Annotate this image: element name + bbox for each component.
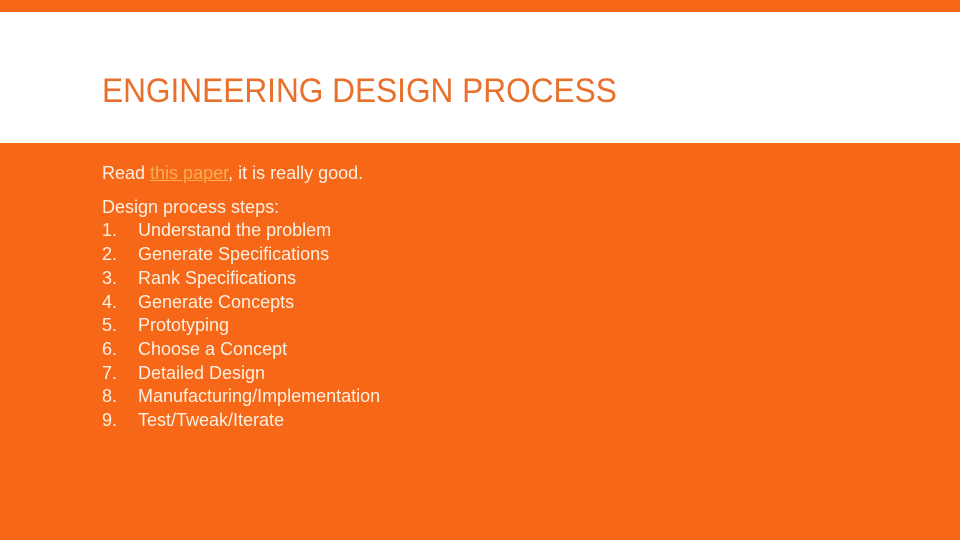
step-label: Generate Specifications bbox=[138, 244, 330, 265]
intro-text-before: Read bbox=[102, 163, 151, 183]
step-number: 3. bbox=[102, 267, 118, 288]
step-number: 6. bbox=[102, 338, 118, 359]
paper-link[interactable]: this paper bbox=[150, 163, 228, 183]
step-number: 5. bbox=[102, 315, 118, 336]
step-label: Choose a Concept bbox=[138, 338, 288, 359]
step-number: 4. bbox=[102, 291, 118, 312]
step-label: Understand the problem bbox=[138, 220, 332, 241]
step-number: 8. bbox=[102, 386, 118, 407]
step-label: Detailed Design bbox=[138, 362, 266, 383]
steps-list: 1. Understand the problem 2. Generate Spec… bbox=[102, 219, 380, 432]
step-item: 5. Prototyping bbox=[102, 314, 380, 338]
intro-text-after: , it is really good. bbox=[228, 163, 364, 183]
step-label: Test/Tweak/Iterate bbox=[138, 410, 285, 431]
step-label: Rank Specifications bbox=[138, 267, 297, 288]
slide-title: ENGINEERING DESIGN PROCESS bbox=[102, 72, 617, 110]
step-number: 9. bbox=[102, 410, 118, 431]
step-label: Manufacturing/Implementation bbox=[138, 386, 381, 407]
step-item: 1. Understand the problem bbox=[102, 219, 380, 243]
step-number: 2. bbox=[102, 244, 118, 265]
step-label: Generate Concepts bbox=[138, 291, 295, 312]
step-label: Prototyping bbox=[138, 315, 230, 336]
step-item: 9. Test/Tweak/Iterate bbox=[102, 409, 380, 433]
step-item: 3. Rank Specifications bbox=[102, 267, 380, 291]
slide-body: Read this paper, it is really good. Desi… bbox=[102, 162, 380, 433]
intro-paragraph: Read this paper, it is really good. bbox=[102, 162, 380, 186]
step-number: 7. bbox=[102, 362, 118, 383]
steps-heading: Design process steps: bbox=[102, 196, 280, 217]
step-item: 7. Detailed Design bbox=[102, 362, 380, 386]
step-number: 1. bbox=[102, 220, 118, 241]
step-item: 8. Manufacturing/Implementation bbox=[102, 385, 380, 409]
step-item: 6. Choose a Concept bbox=[102, 338, 380, 362]
step-item: 4. Generate Concepts bbox=[102, 291, 380, 315]
title-band: ENGINEERING DESIGN PROCESS bbox=[0, 12, 960, 143]
step-item: 2. Generate Specifications bbox=[102, 243, 380, 267]
